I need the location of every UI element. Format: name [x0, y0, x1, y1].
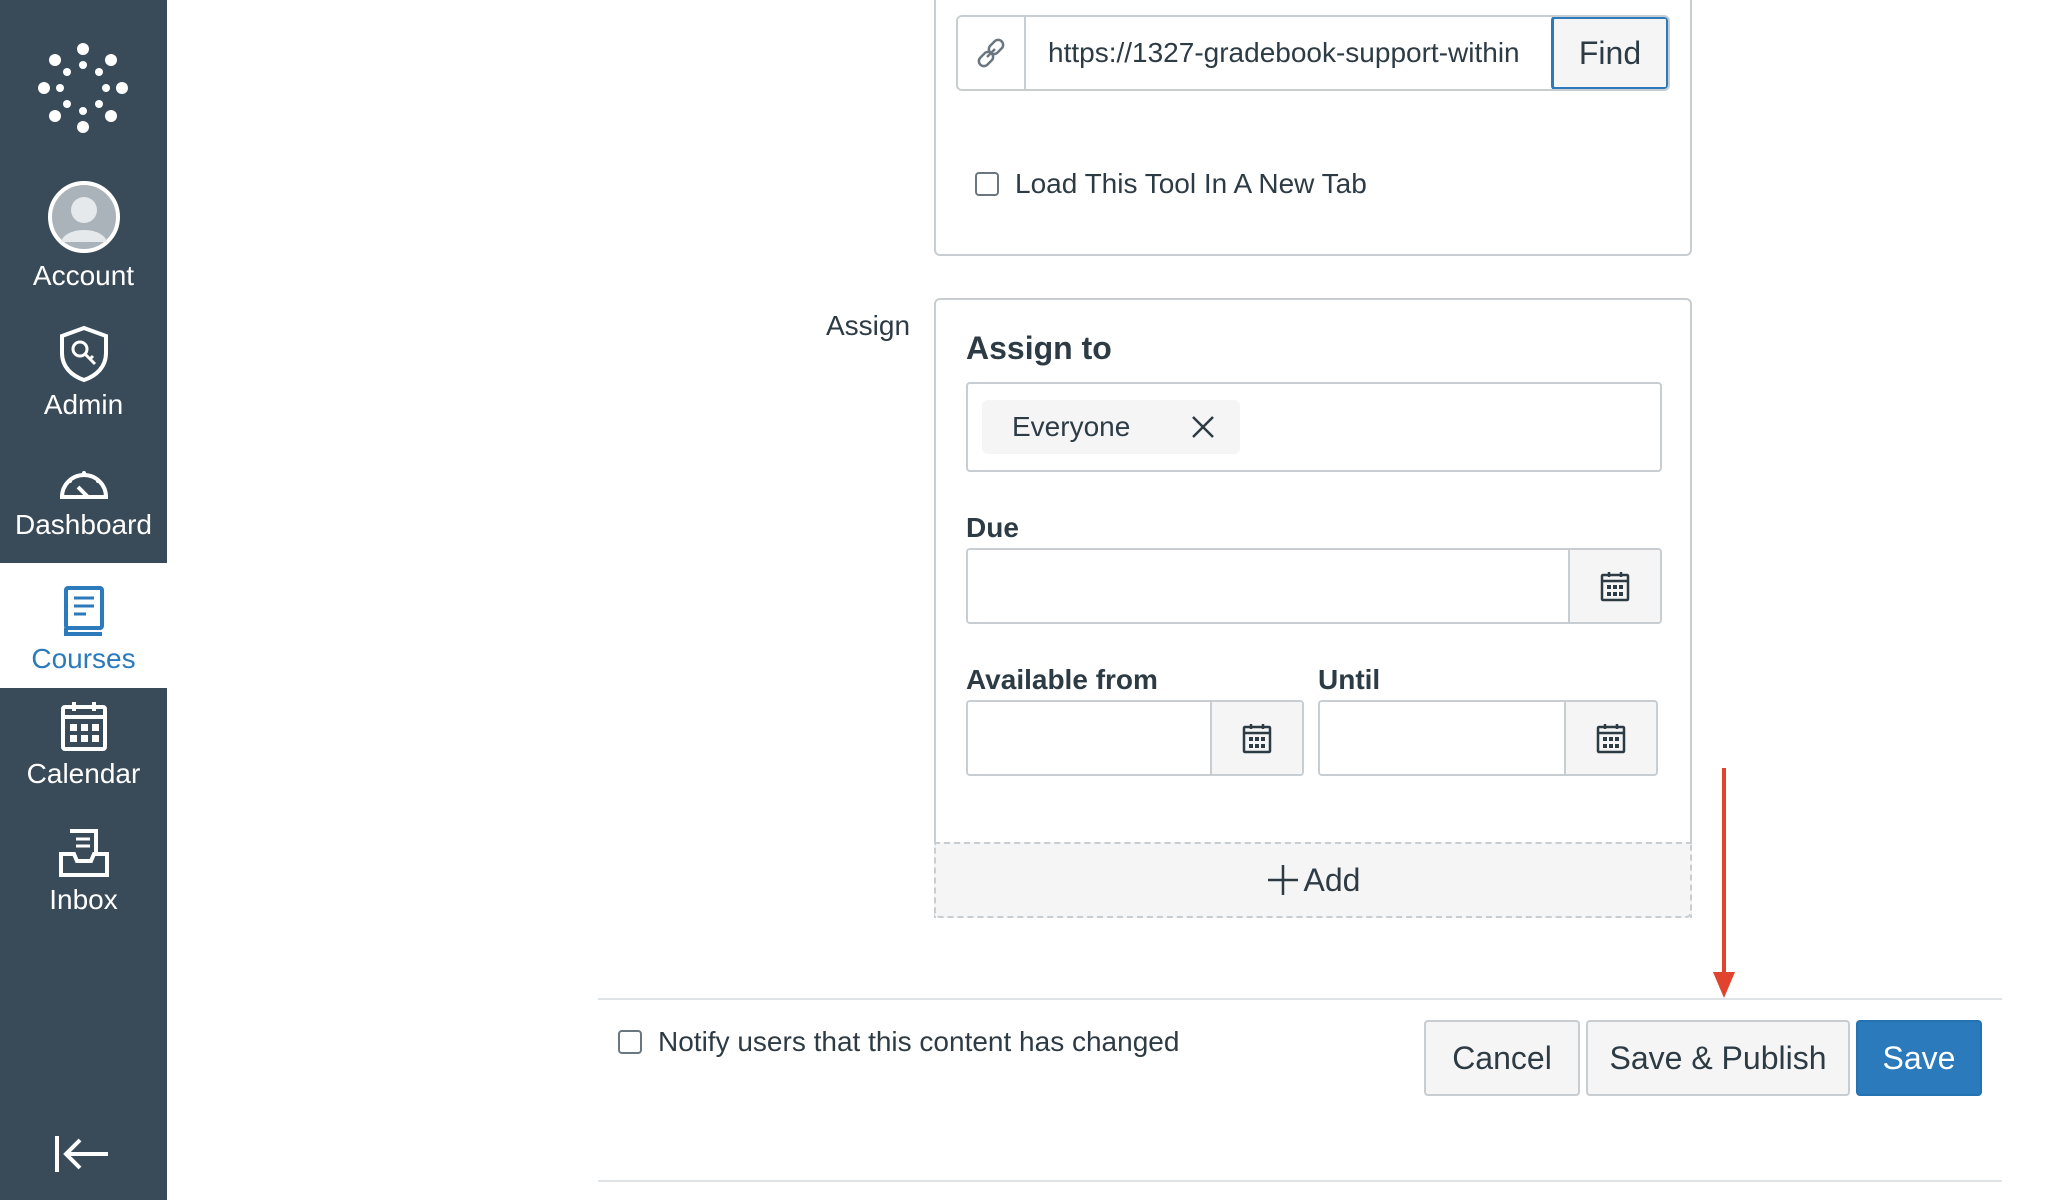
save-and-publish-button[interactable]: Save & Publish	[1586, 1020, 1850, 1096]
notify-users-label: Notify users that this content has chang…	[658, 1026, 1180, 1057]
sidebar-item-label: Dashboard	[15, 509, 152, 540]
load-new-tab-option[interactable]: Load This Tool In A New Tab	[975, 168, 1367, 200]
footer-divider-top	[598, 998, 2002, 1000]
calendar-icon	[60, 702, 107, 751]
link-icon	[977, 38, 1005, 68]
sidebar-item-label: Calendar	[26, 758, 141, 789]
until-group	[1318, 700, 1658, 776]
load-new-tab-checkbox[interactable]	[975, 172, 999, 196]
sidebar-item-label: Inbox	[49, 884, 118, 915]
inbox-icon	[58, 829, 109, 877]
annotation-arrow-icon	[1713, 768, 1735, 998]
url-input[interactable]	[1026, 17, 1552, 89]
sidebar-item-label: Admin	[43, 389, 124, 420]
available-from-picker-button[interactable]	[1210, 702, 1302, 774]
calendar-icon	[1596, 724, 1626, 754]
calendar-icon	[1242, 724, 1272, 754]
available-from-label: Available from	[966, 664, 1158, 695]
available-from-group	[966, 700, 1304, 776]
save-button[interactable]: Save	[1856, 1020, 1982, 1096]
sidebar-item-label: Account	[32, 260, 135, 291]
sidebar-item-label: Courses	[31, 643, 136, 674]
admin-shield-icon	[59, 325, 108, 383]
calendar-icon	[1600, 572, 1630, 602]
notify-users-checkbox[interactable]	[618, 1030, 642, 1054]
cancel-button[interactable]: Cancel	[1424, 1020, 1580, 1096]
footer-divider-bottom	[598, 1180, 2002, 1182]
add-assignment-button[interactable]: Add	[934, 842, 1692, 918]
speedometer-icon	[59, 471, 108, 499]
sidebar-item-inbox[interactable]: Inbox	[0, 828, 167, 938]
assign-to-heading: Assign to	[966, 330, 1112, 366]
plus-icon	[1267, 865, 1298, 895]
book-icon	[63, 586, 104, 636]
due-date-group	[966, 548, 1662, 624]
avatar-icon	[47, 181, 120, 253]
assignee-chip-everyone[interactable]: Everyone	[982, 400, 1240, 454]
url-input-group: Find	[956, 15, 1670, 91]
available-from-input[interactable]	[968, 702, 1210, 774]
due-date-input[interactable]	[968, 550, 1568, 622]
collapse-nav-icon[interactable]	[54, 1130, 110, 1178]
find-button[interactable]: Find	[1551, 17, 1668, 89]
assignee-chip-label: Everyone	[1012, 411, 1131, 442]
sidebar-item-calendar[interactable]: Calendar	[0, 700, 167, 810]
close-icon[interactable]	[1188, 412, 1218, 442]
sidebar-item-account[interactable]: Account	[0, 180, 167, 300]
url-icon-cell	[958, 17, 1026, 89]
assign-section-label: Assign	[826, 310, 911, 341]
notify-users-option[interactable]: Notify users that this content has chang…	[618, 1026, 1179, 1058]
load-new-tab-label: Load This Tool In A New Tab	[1015, 168, 1367, 199]
until-picker-button[interactable]	[1564, 702, 1656, 774]
due-date-picker-button[interactable]	[1568, 550, 1660, 622]
global-nav-sidebar: Account Admin Dashboard Courses Calendar…	[0, 0, 167, 1200]
canvas-logo-icon[interactable]	[38, 43, 128, 133]
sidebar-item-admin[interactable]: Admin	[0, 325, 167, 435]
sidebar-item-courses[interactable]: Courses	[0, 563, 167, 688]
until-label: Until	[1318, 664, 1381, 695]
add-label: Add	[1303, 861, 1361, 898]
sidebar-item-dashboard[interactable]: Dashboard	[0, 463, 167, 563]
until-input[interactable]	[1320, 702, 1564, 774]
due-label: Due	[966, 512, 1019, 543]
